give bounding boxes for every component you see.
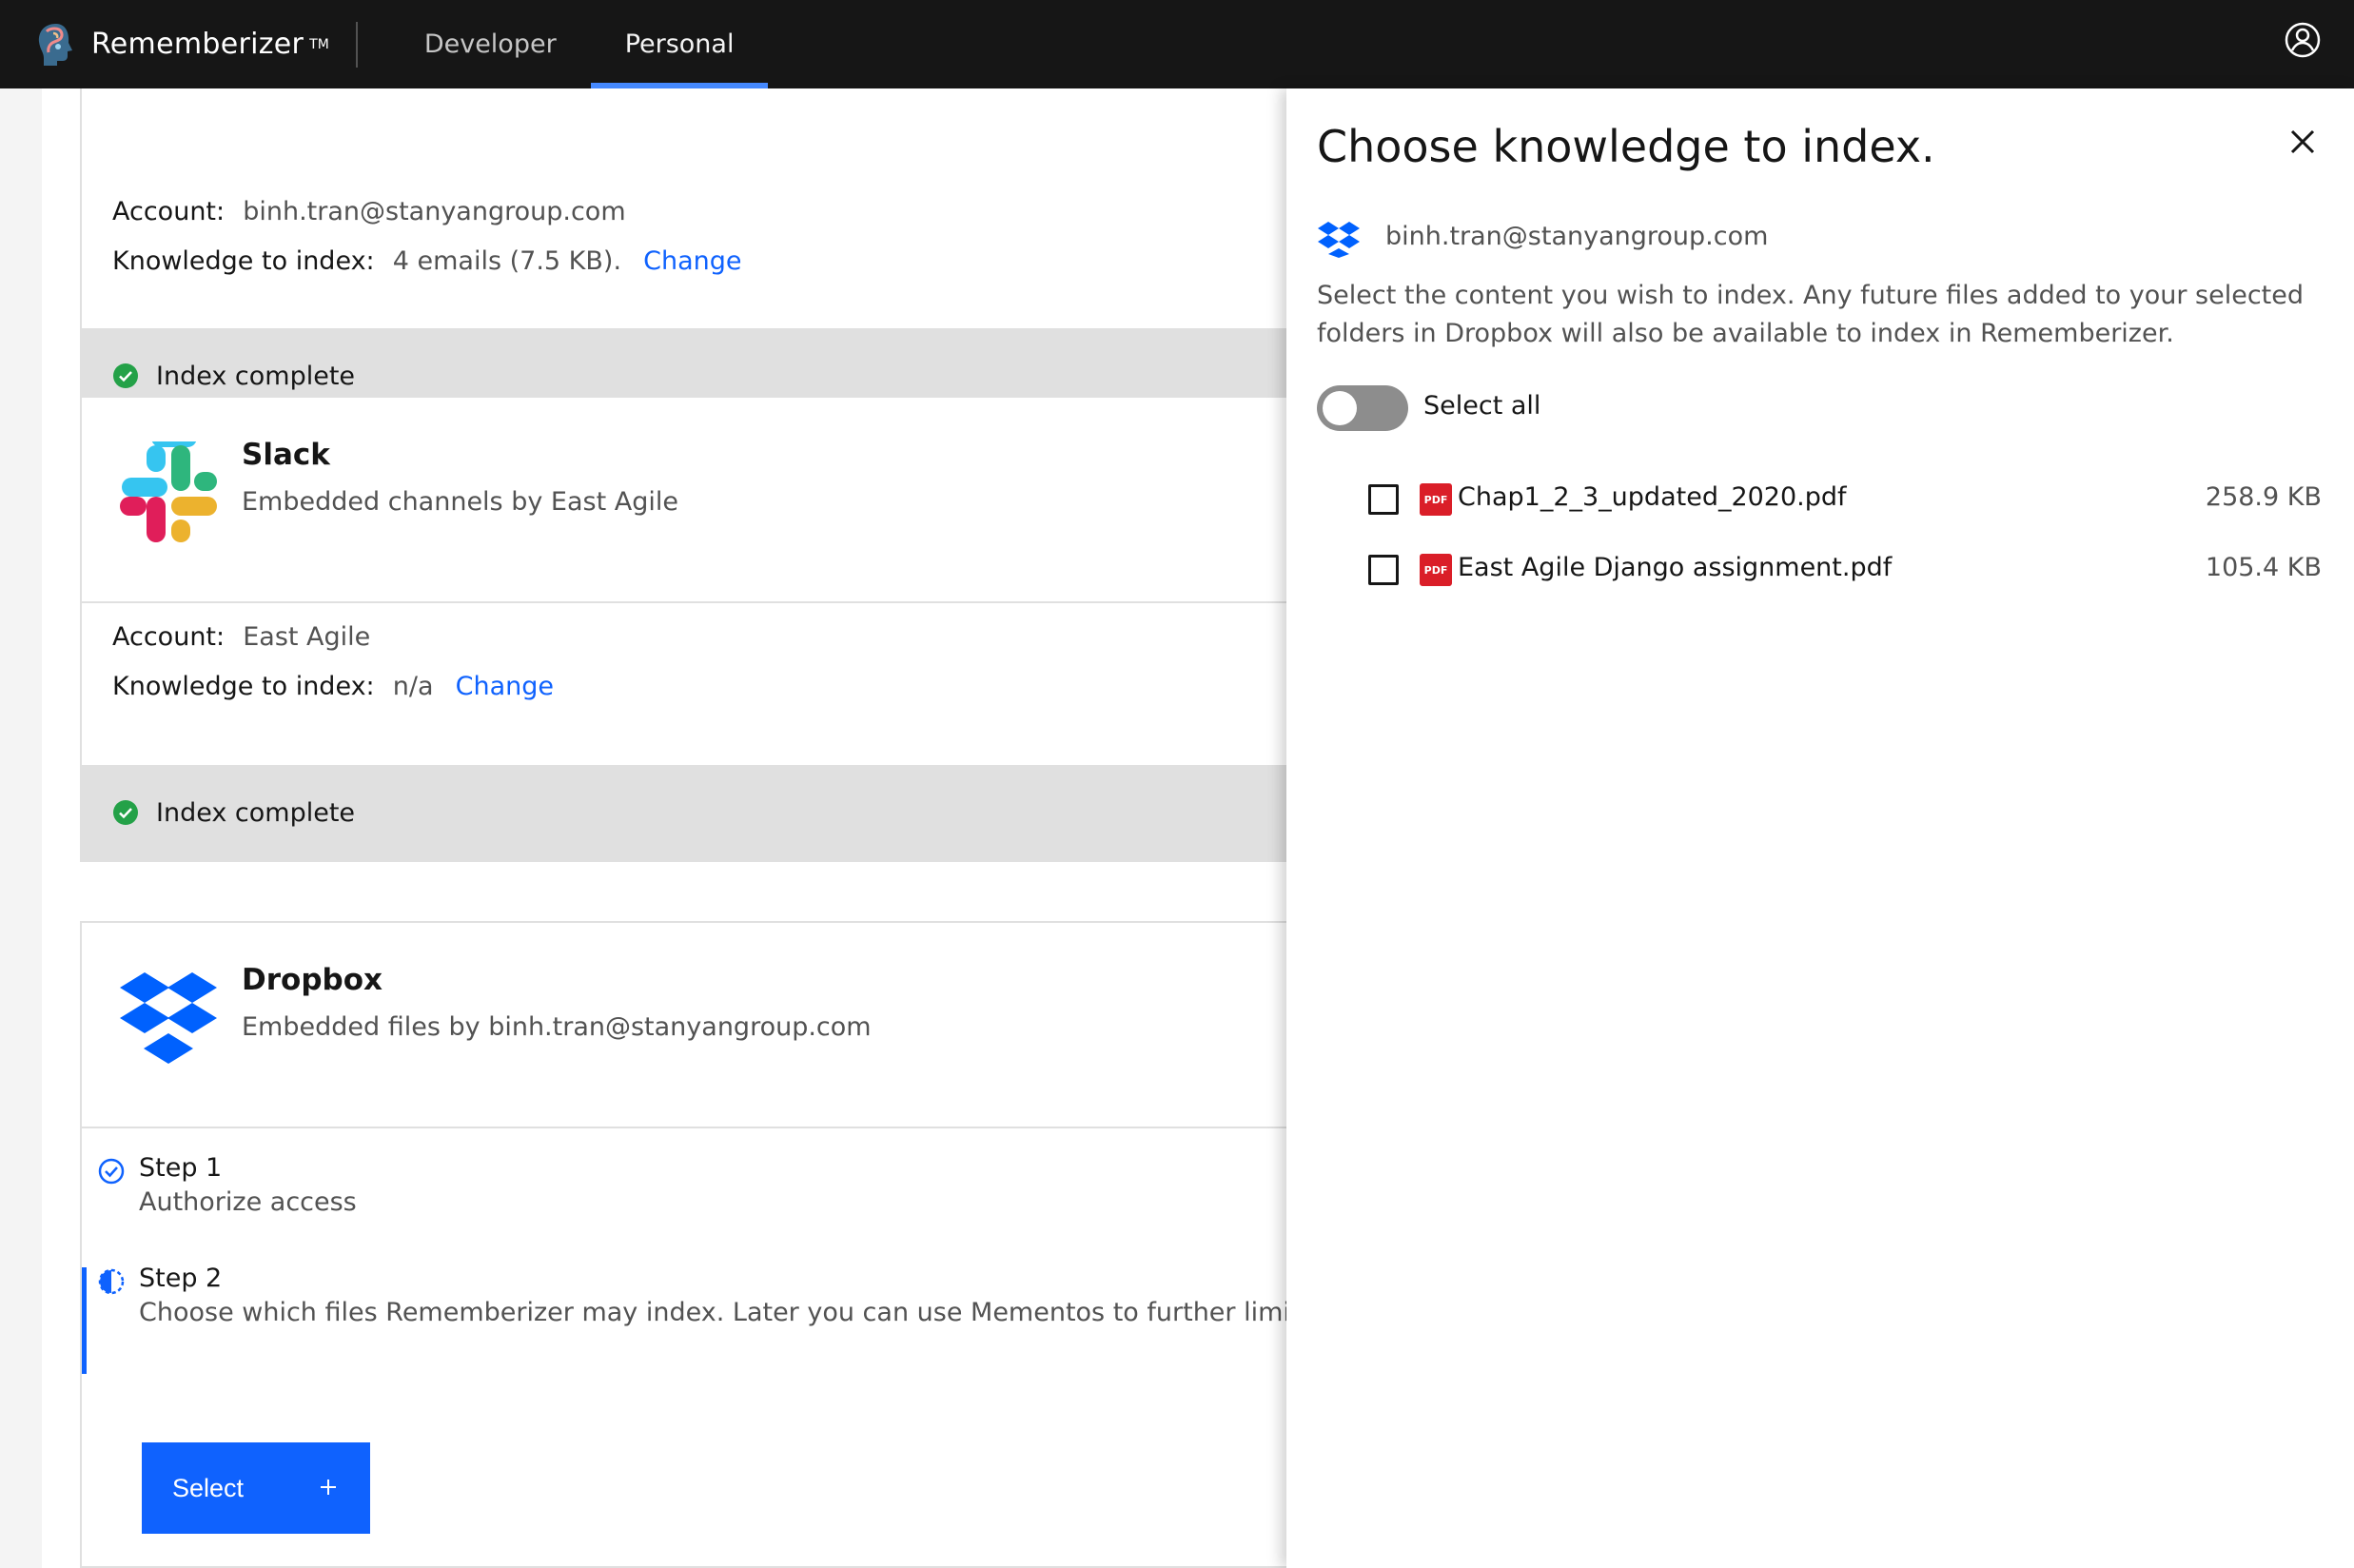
- panel-description: Select the content you wish to index. An…: [1317, 281, 2305, 348]
- account-row: Account: binh.tran@stanyangroup.com: [112, 197, 626, 226]
- account-row: Account: East Agile: [112, 622, 370, 652]
- checkmark-filled-icon: [113, 800, 138, 825]
- panel-account-email: binh.tran@stanyangroup.com: [1385, 222, 1769, 251]
- account-value: binh.tran@stanyangroup.com: [243, 197, 626, 226]
- status-text: Index complete: [156, 797, 356, 828]
- slack-logo-icon: [120, 441, 217, 542]
- choose-knowledge-panel: Choose knowledge to index. binh.tran@sta…: [1286, 88, 2354, 1568]
- file-size: 105.4 KB: [2205, 553, 2322, 582]
- file-row: PDF Chap1_2_3_updated_2020.pdf 258.9 KB: [1286, 473, 2354, 530]
- select-button-label: Select: [172, 1473, 245, 1502]
- trademark-mark: TM: [309, 36, 329, 52]
- in-progress-icon: [98, 1268, 125, 1295]
- brand-name: Rememberizer: [91, 28, 304, 61]
- step-1-description: Authorize access: [139, 1187, 357, 1217]
- main-content: Account: binh.tran@stanyangroup.com Know…: [42, 88, 1286, 1568]
- account-label: Account:: [112, 197, 226, 226]
- brand-divider: [355, 21, 358, 68]
- account-value: East Agile: [243, 622, 371, 652]
- change-link[interactable]: Change: [456, 672, 554, 701]
- file-checkbox[interactable]: [1368, 555, 1399, 585]
- step-1-title: Step 1: [139, 1153, 223, 1183]
- step-2-title: Step 2: [139, 1264, 223, 1293]
- dropbox-logo-icon: [120, 972, 217, 1064]
- checkmark-filled-icon: [113, 363, 138, 388]
- change-link[interactable]: Change: [643, 246, 741, 276]
- service-description: Embedded files by binh.tran@stanyangroup…: [242, 1012, 872, 1042]
- knowledge-label: Knowledge to index:: [112, 672, 375, 701]
- panel-title: Choose knowledge to index.: [1317, 121, 1935, 172]
- plus-icon: [321, 1480, 336, 1495]
- dropbox-logo-icon: [1318, 222, 1360, 258]
- file-checkbox[interactable]: [1368, 484, 1399, 515]
- brand[interactable]: Rememberizer TM: [0, 0, 329, 88]
- select-files-button[interactable]: Select: [142, 1442, 370, 1534]
- file-size: 258.9 KB: [2205, 482, 2322, 512]
- tab-developer[interactable]: Developer: [390, 0, 591, 88]
- knowledge-value: n/a: [392, 672, 434, 701]
- close-icon[interactable]: [2287, 127, 2318, 157]
- select-all-toggle[interactable]: [1317, 385, 1408, 431]
- service-title: Slack: [242, 438, 330, 472]
- rememberizer-logo-icon: [38, 23, 72, 66]
- select-all-label: Select all: [1423, 391, 1541, 421]
- file-name: Chap1_2_3_updated_2020.pdf: [1458, 482, 1847, 512]
- toggle-knob: [1323, 391, 1357, 425]
- knowledge-label: Knowledge to index:: [112, 246, 375, 276]
- top-navigation-bar: Rememberizer TM Developer Personal: [0, 0, 2354, 88]
- checkmark-outline-icon: [98, 1158, 125, 1185]
- gmail-integration-card: Account: binh.tran@stanyangroup.com Know…: [80, 88, 1286, 423]
- step-2-description: Choose which files Rememberizer may inde…: [139, 1298, 1286, 1327]
- knowledge-row: Knowledge to index: n/a Change: [112, 672, 554, 701]
- user-profile-icon[interactable]: [2284, 21, 2322, 59]
- page-gutter: [0, 88, 42, 1568]
- knowledge-value: 4 emails (7.5 KB).: [392, 246, 622, 276]
- account-label: Account:: [112, 622, 226, 652]
- service-header: Dropbox Embedded files by binh.tran@stan…: [82, 923, 1286, 1128]
- service-description: Embedded channels by East Agile: [242, 487, 678, 517]
- pdf-file-icon: PDF: [1420, 554, 1452, 586]
- step-active-indicator: [82, 1267, 87, 1374]
- knowledge-row: Knowledge to index: 4 emails (7.5 KB). C…: [112, 246, 742, 276]
- status-text: Index complete: [156, 361, 356, 391]
- tab-personal[interactable]: Personal: [590, 0, 769, 88]
- file-name: East Agile Django assignment.pdf: [1458, 553, 1893, 582]
- service-title: Dropbox: [242, 963, 383, 997]
- file-row: PDF East Agile Django assignment.pdf 105…: [1286, 543, 2354, 600]
- nav-tabs: Developer Personal: [390, 0, 769, 88]
- slack-integration-card: Slack Embedded channels by East Agile Ac…: [80, 396, 1286, 862]
- pdf-file-icon: PDF: [1420, 483, 1452, 516]
- status-bar: Index complete: [82, 765, 1286, 860]
- service-header: Slack Embedded channels by East Agile: [82, 398, 1286, 603]
